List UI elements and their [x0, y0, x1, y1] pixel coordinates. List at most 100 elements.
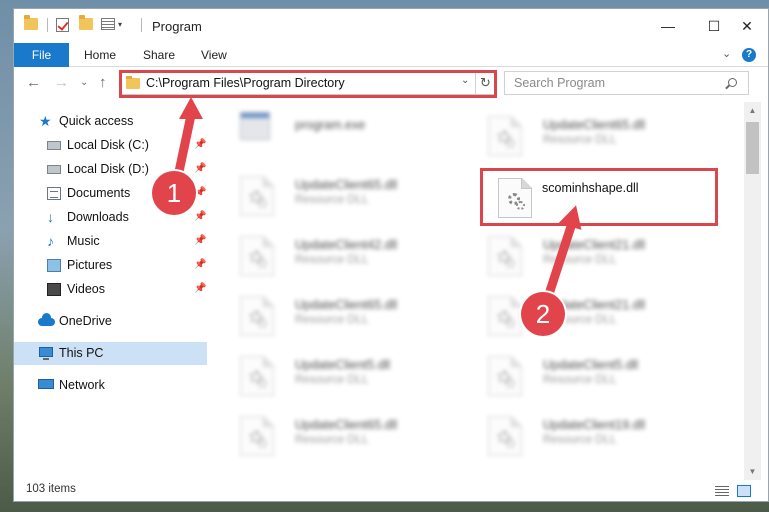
pin-icon[interactable]: 📌 [194, 163, 206, 174]
close-button[interactable]: ✕ [724, 9, 768, 43]
sidebar-item-label: Downloads [67, 210, 129, 224]
list-item[interactable]: UpdateClient65.dll Resource DLL [220, 288, 458, 338]
film-icon [47, 283, 61, 296]
list-item[interactable]: UpdateClient21.dll Resource DLL [468, 228, 706, 278]
file-name: UpdateClient65.dll [295, 178, 398, 192]
search-placeholder: Search Program [514, 76, 606, 90]
list-item[interactable]: UpdateClient5.dll Resource DLL [220, 348, 458, 398]
tab-home[interactable]: Home [84, 43, 116, 67]
ribbon-tabs: File Home Share View ⌄ ? [14, 43, 768, 67]
file-type: Resource DLL [295, 314, 369, 326]
sidebar-item-pictures[interactable]: Pictures 📌 [14, 254, 207, 277]
file-type: Resource DLL [295, 434, 369, 446]
star-icon: ★ [39, 113, 52, 129]
dll-file-icon [488, 416, 522, 456]
folder-icon [24, 15, 38, 30]
item-count: 103 items [26, 483, 76, 495]
pin-icon[interactable]: 📌 [194, 283, 206, 294]
sidebar-item-music[interactable]: ♪ Music 📌 [14, 230, 207, 253]
list-item[interactable]: UpdateClient65.dll Resource DLL [220, 168, 458, 218]
list-item[interactable]: UpdateClient65.dll Resource DLL [468, 108, 706, 158]
list-item[interactable]: UpdateClient65.dll Resource DLL [220, 408, 458, 458]
sidebar-item-label: Local Disk (C:) [67, 138, 149, 152]
sidebar-item-this-pc[interactable]: This PC [14, 342, 207, 365]
vertical-scrollbar[interactable]: ▲ ▼ [744, 102, 761, 480]
dll-file-icon [240, 296, 274, 336]
scroll-up-icon[interactable]: ▲ [744, 102, 761, 119]
file-name: UpdateClient65.dll [543, 118, 646, 132]
file-type: Resource DLL [543, 134, 617, 146]
list-item[interactable]: UpdateClient19.dll Resource DLL [468, 408, 706, 458]
navigation-bar: ← → ⌄ ↑ C:\Program Files\Program Directo… [14, 68, 768, 100]
music-note-icon: ♪ [47, 233, 54, 249]
tab-file[interactable]: File [14, 43, 69, 67]
recent-locations-icon[interactable]: ⌄ [80, 77, 88, 88]
dll-file-icon [240, 356, 274, 396]
sidebar-item-onedrive[interactable]: OneDrive [14, 310, 207, 333]
list-item[interactable]: program.exe [220, 108, 458, 158]
sidebar-item-videos[interactable]: Videos 📌 [14, 278, 207, 301]
sidebar-item-label: Music [67, 234, 100, 248]
pin-icon[interactable]: 📌 [194, 139, 206, 150]
forward-arrow-icon[interactable]: → [54, 74, 69, 91]
dll-file-icon [240, 416, 274, 456]
properties-icon[interactable] [101, 18, 115, 30]
download-arrow-icon: ↓ [47, 209, 54, 225]
sidebar-item-label: Pictures [67, 258, 113, 272]
search-box[interactable]: Search Program [504, 71, 749, 95]
window-title: Program [152, 19, 202, 34]
file-type: Resource DLL [543, 374, 617, 386]
sidebar-item-network[interactable]: Network [14, 374, 207, 397]
status-bar: 103 items [14, 480, 768, 501]
scroll-down-icon[interactable]: ▼ [744, 463, 761, 480]
expand-ribbon-icon[interactable]: ⌄ [722, 47, 731, 60]
network-icon [38, 379, 54, 389]
dll-file-icon [488, 296, 522, 336]
file-list: program.exe UpdateClient65.dll Resource … [220, 102, 744, 480]
documents-icon [47, 187, 61, 200]
pictures-icon [47, 259, 61, 272]
pin-icon[interactable]: 📌 [194, 259, 206, 270]
details-view-icon[interactable] [715, 486, 729, 497]
list-item[interactable]: UpdateClient42.dll Resource DLL [220, 228, 458, 278]
file-name: UpdateClient5.dll [543, 358, 639, 372]
pin-icon[interactable]: 📌 [194, 211, 206, 222]
dll-file-icon [240, 236, 274, 276]
title-separator [141, 18, 142, 32]
properties-check-icon[interactable] [56, 18, 69, 32]
large-icons-view-icon[interactable] [737, 485, 751, 497]
drive-icon [47, 141, 61, 150]
file-name: UpdateClient65.dll [295, 298, 398, 312]
search-icon[interactable] [728, 78, 737, 87]
sidebar-item-label: This PC [59, 346, 104, 360]
scrollbar-thumb[interactable] [746, 122, 759, 174]
sidebar-item-label: Quick access [59, 114, 134, 128]
file-type: Resource DLL [295, 194, 369, 206]
address-highlight-box [119, 70, 497, 98]
dll-file-icon [488, 116, 522, 156]
dll-file-icon [488, 356, 522, 396]
list-item[interactable]: UpdateClient21.dll Resource DLL [468, 288, 706, 338]
minimize-button[interactable]: — [645, 9, 691, 43]
tab-view[interactable]: View [201, 43, 227, 67]
cloud-icon [38, 313, 55, 326]
new-folder-icon[interactable] [79, 15, 93, 30]
file-type: Resource DLL [295, 254, 369, 266]
customize-toolbar-caret-icon[interactable]: ▾ [118, 20, 122, 29]
pin-icon[interactable]: 📌 [194, 235, 206, 246]
file-name: UpdateClient19.dll [543, 418, 646, 432]
annotation-arrow-1-head [179, 97, 203, 119]
up-arrow-icon[interactable]: ↑ [99, 74, 107, 91]
dll-file-icon [240, 176, 274, 216]
file-highlight-box [480, 168, 718, 226]
help-icon[interactable]: ? [742, 48, 756, 62]
back-arrow-icon[interactable]: ← [26, 74, 41, 91]
list-item[interactable]: UpdateClient5.dll Resource DLL [468, 348, 706, 398]
sidebar-item-label: Videos [67, 282, 105, 296]
qa-separator [47, 18, 48, 32]
step-badge-1: 1 [152, 171, 196, 215]
drive-icon [47, 165, 61, 174]
tab-share[interactable]: Share [143, 43, 175, 67]
file-name: program.exe [295, 118, 366, 132]
explorer-window: ▾ Program — ☐ ✕ File Home Share View ⌄ ?… [13, 8, 769, 502]
